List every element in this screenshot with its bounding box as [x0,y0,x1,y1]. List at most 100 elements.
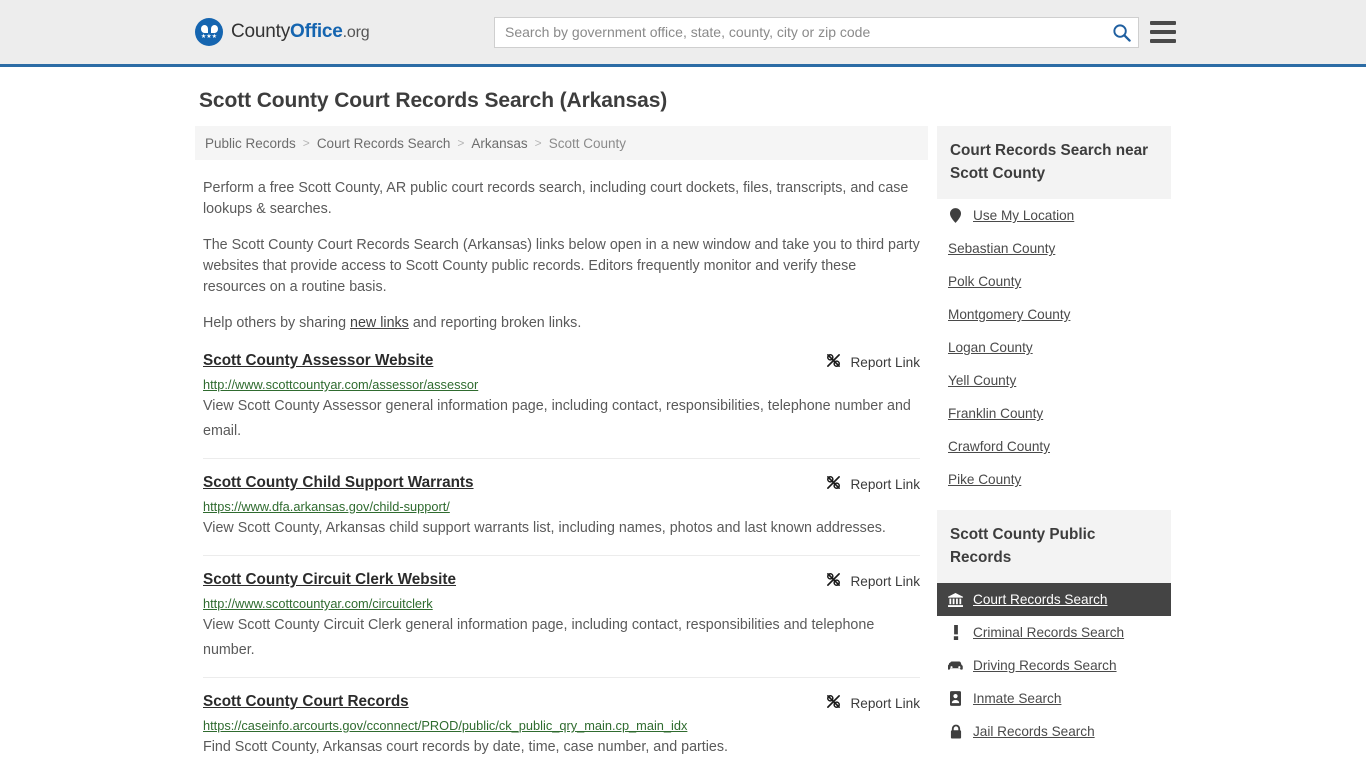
records-item-label[interactable]: Driving Records Search [973,658,1117,673]
brand-part-office: Office [290,21,343,42]
intro-p3-before: Help others by sharing [203,315,351,331]
new-links-link[interactable]: new links [350,315,409,331]
intro-section: Perform a free Scott County, AR public c… [195,178,928,334]
search-icon [1112,23,1131,42]
content-layout: Public Records > Court Records Search > Arka… [195,126,1171,768]
broken-link-icon [826,475,841,493]
listing-url-link[interactable]: https://caseinfo.arcourts.gov/cconnect/P… [203,718,920,734]
nearby-item-franklin-county[interactable]: Franklin County [937,397,1171,430]
breadcrumb-separator: > [457,136,465,150]
listing-item: Scott County Court Records Report Link htt… [203,678,920,768]
nearby-item-label[interactable]: Polk County [948,274,1021,289]
search-bar[interactable] [494,16,1139,48]
courthouse-icon [948,592,963,607]
nearby-item-label[interactable]: Sebastian County [948,241,1055,256]
nearby-item-label[interactable]: Yell County [948,373,1016,388]
brand-wordmark: CountyOffice.org [231,21,370,43]
broken-link-icon [826,572,841,590]
report-link-button[interactable]: Report Link [826,353,920,371]
listing-title-link[interactable]: Scott County Child Support Warrants [203,474,474,492]
nearby-item-montgomery-county[interactable]: Montgomery County [937,298,1171,331]
location-pin-icon [948,208,963,223]
broken-link-icon [826,353,841,371]
records-item-driving-records-search[interactable]: Driving Records Search [937,649,1171,682]
intro-paragraph-2: The Scott County Court Records Search (A… [203,237,920,295]
intro-paragraph-1: Perform a free Scott County, AR public c… [203,180,909,217]
breadcrumb: Public Records > Court Records Search > Arka… [195,126,928,160]
listing-header: Scott County Assessor Website Report Link [203,352,920,371]
report-link-button[interactable]: Report Link [826,694,920,712]
listing-description: View Scott County, Arkansas child suppor… [203,520,886,536]
breadcrumb-separator: > [534,136,542,150]
search-input[interactable] [495,17,1104,47]
listing-header: Scott County Child Support Warrants Repor… [203,474,920,493]
hamburger-menu-icon[interactable] [1150,21,1176,43]
nearby-item-use-my-location[interactable]: Use My Location [937,199,1171,232]
report-link-label: Report Link [850,476,920,492]
search-button[interactable] [1104,18,1138,47]
records-item-criminal-records-search[interactable]: Criminal Records Search [937,616,1171,649]
nearby-panel: Court Records Search near Scott County U… [937,126,1171,496]
public-records-panel-heading: Scott County Public Records [937,510,1171,583]
listing-url-link[interactable]: http://www.scottcountyar.com/assessor/as… [203,377,920,393]
records-item-label[interactable]: Inmate Search [973,691,1061,706]
listing-item: Scott County Child Support Warrants Repor… [203,459,920,556]
sidebar: Court Records Search near Scott County U… [937,126,1171,768]
nearby-item-label[interactable]: Logan County [948,340,1033,355]
listing-description: View Scott County Assessor general infor… [203,398,911,439]
listing-url-link[interactable]: https://www.dfa.arkansas.gov/child-suppo… [203,499,920,515]
report-link-label: Report Link [850,354,920,370]
public-records-panel: Scott County Public Records Court Record… [937,510,1171,748]
breadcrumb-item-court-records-search[interactable]: Court Records Search [317,136,451,151]
brand-part-org: .org [342,24,370,41]
breadcrumb-separator: > [302,136,310,150]
intro-p3-after: and reporting broken links. [408,315,582,331]
listing-title-link[interactable]: Scott County Circuit Clerk Website [203,571,456,589]
nearby-item-yell-county[interactable]: Yell County [937,364,1171,397]
report-link-button[interactable]: Report Link [826,475,920,493]
breadcrumb-item-public-records[interactable]: Public Records [205,136,296,151]
broken-link-icon [826,694,841,712]
listing-description: Find Scott County, Arkansas court record… [203,739,729,755]
nearby-item-crawford-county[interactable]: Crawford County [937,430,1171,463]
nearby-item-sebastian-county[interactable]: Sebastian County [937,232,1171,265]
records-item-court-records-search[interactable]: Court Records Search [937,583,1171,616]
intro-paragraph-3: Help others by sharing new links and rep… [203,313,920,334]
brand-part-county: County [231,21,291,42]
records-item-label[interactable]: Jail Records Search [973,724,1095,739]
records-item-label[interactable]: Court Records Search [973,592,1107,607]
report-link-label: Report Link [850,573,920,589]
nearby-item-polk-county[interactable]: Polk County [937,265,1171,298]
nearby-item-logan-county[interactable]: Logan County [937,331,1171,364]
nearby-panel-heading: Court Records Search near Scott County [937,126,1171,199]
nearby-item-label[interactable]: Montgomery County [948,307,1070,322]
listing-url-link[interactable]: http://www.scottcountyar.com/circuitcler… [203,596,920,612]
listing-header: Scott County Circuit Clerk Website Report… [203,571,920,590]
listing-item: Scott County Assessor Website Report Link… [203,352,920,459]
site-logo[interactable]: ★★★ CountyOffice.org [195,18,370,46]
listing-item: Scott County Circuit Clerk Website Report… [203,556,920,678]
page-title: Scott County Court Records Search (Arkan… [199,89,668,112]
report-link-label: Report Link [850,695,920,711]
nearby-item-label[interactable]: Pike County [948,472,1021,487]
listing-title-link[interactable]: Scott County Court Records [203,693,409,711]
nearby-item-label[interactable]: Use My Location [973,208,1074,223]
records-item-jail-records-search[interactable]: Jail Records Search [937,715,1171,748]
exclamation-icon [948,625,963,640]
listing-description: View Scott County Circuit Clerk general … [203,617,875,658]
eagle-logo-icon: ★★★ [195,18,223,46]
main-column: Public Records > Court Records Search > Arka… [195,126,928,768]
nearby-county-list: Use My Location Sebastian County Polk Coun… [937,199,1171,496]
report-link-button[interactable]: Report Link [826,572,920,590]
listings-section: Scott County Assessor Website Report Link… [195,352,928,768]
nearby-item-label[interactable]: Crawford County [948,439,1050,454]
records-item-inmate-search[interactable]: Inmate Search [937,682,1171,715]
listing-header: Scott County Court Records Report Link [203,693,920,712]
listing-title-link[interactable]: Scott County Assessor Website [203,352,433,370]
nearby-item-label[interactable]: Franklin County [948,406,1043,421]
site-header: ★★★ CountyOffice.org [0,0,1366,67]
nearby-item-pike-county[interactable]: Pike County [937,463,1171,496]
breadcrumb-item-arkansas[interactable]: Arkansas [471,136,527,151]
records-item-label[interactable]: Criminal Records Search [973,625,1124,640]
id-card-icon [948,691,963,706]
